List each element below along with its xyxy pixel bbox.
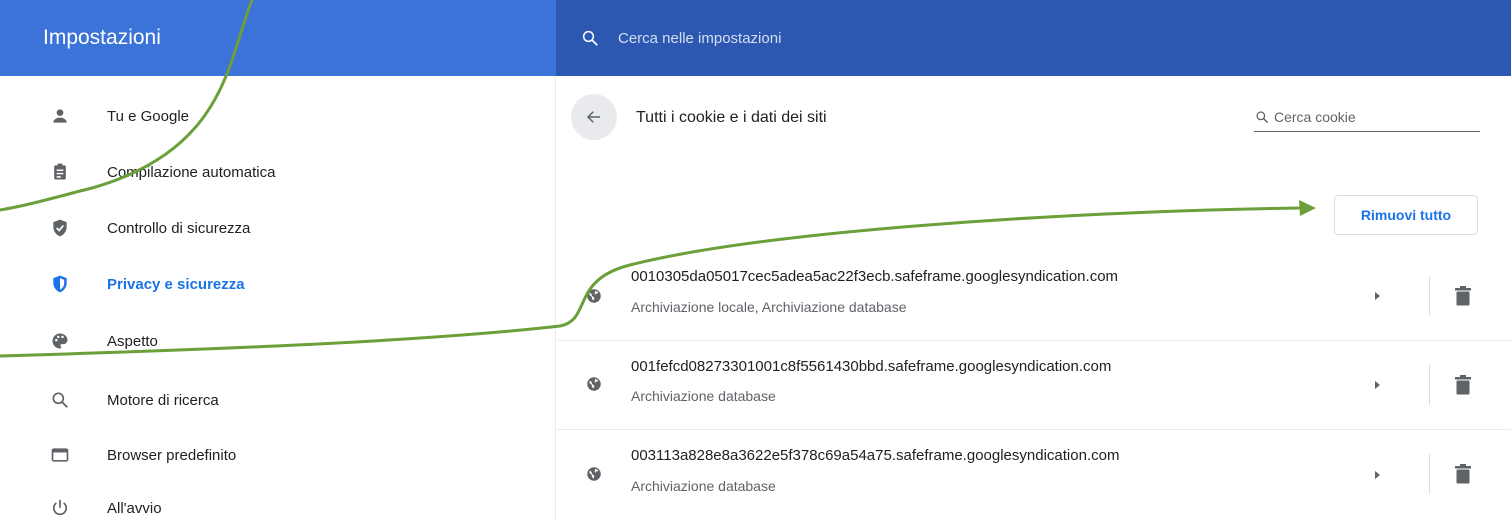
sidebar-item-label: Controllo di sicurezza: [107, 219, 251, 237]
shield-icon: [49, 273, 71, 295]
page-title: Tutti i cookie e i dati dei siti: [636, 109, 827, 126]
sidebar-item-label: Privacy e sicurezza: [107, 275, 245, 293]
trash-icon[interactable]: [1451, 373, 1475, 397]
arrow-right-icon[interactable]: [1369, 288, 1385, 304]
sidebar-item-on-startup[interactable]: All'avvio: [0, 488, 556, 520]
sidebar-item-label: Compilazione automatica: [107, 163, 276, 181]
power-icon: [49, 497, 71, 519]
sidebar-item-privacy-security[interactable]: Privacy e sicurezza: [0, 264, 556, 304]
settings-search-bar[interactable]: Cerca nelle impostazioni: [556, 0, 1511, 76]
main-content: Tutti i cookie e i dati dei siti Rimuovi…: [557, 76, 1511, 520]
sidebar-item-safety-check[interactable]: Controllo di sicurezza: [0, 208, 556, 248]
sidebar-item-appearance[interactable]: Aspetto: [0, 321, 556, 361]
browser-icon: [49, 444, 71, 466]
divider: [1429, 365, 1430, 405]
globe-icon: [585, 375, 603, 393]
divider: [1429, 276, 1430, 316]
sidebar-item-label: Aspetto: [107, 332, 158, 350]
site-domain: 003113a828e8a3622e5f378c69a54a75.safefra…: [631, 447, 1120, 464]
site-domain: 0010305da05017cec5adea5ac22f3ecb.safefra…: [631, 268, 1119, 285]
arrow-right-icon[interactable]: [1369, 377, 1385, 393]
site-storage: Archiviazione locale, Archiviazione data…: [631, 299, 907, 315]
arrow-right-icon[interactable]: [1369, 467, 1385, 483]
globe-icon: [585, 465, 603, 483]
settings-header: Impostazioni: [0, 0, 556, 76]
sidebar-item-label: Motore di ricerca: [107, 391, 219, 409]
site-domain: 001fefcd08273301001c8f5561430bbd.safefra…: [631, 358, 1112, 375]
search-icon: [580, 28, 600, 48]
trash-icon[interactable]: [1451, 462, 1475, 486]
divider: [1429, 454, 1430, 494]
sidebar-item-label: Browser predefinito: [107, 446, 237, 464]
site-storage: Archiviazione database: [631, 478, 776, 494]
site-storage: Archiviazione database: [631, 388, 776, 404]
cookie-search[interactable]: [1254, 102, 1480, 132]
sidebar-item-autofill[interactable]: Compilazione automatica: [0, 152, 556, 192]
sidebar-item-you-and-google[interactable]: Tu e Google: [0, 96, 556, 136]
cookie-search-input[interactable]: [1274, 108, 1464, 125]
palette-icon: [49, 330, 71, 352]
sidebar-item-label: All'avvio: [107, 499, 162, 517]
site-row[interactable]: 0010305da05017cec5adea5ac22f3ecb.safefra…: [557, 252, 1511, 340]
sidebar: Tu e Google Compilazione automatica Cont…: [0, 76, 556, 520]
sidebar-item-label: Tu e Google: [107, 107, 189, 125]
search-icon: [49, 389, 71, 411]
site-row[interactable]: 001fefcd08273301001c8f5561430bbd.safefra…: [557, 340, 1511, 428]
settings-title: Impostazioni: [43, 26, 161, 49]
clipboard-icon: [49, 161, 71, 183]
search-icon: [1254, 109, 1270, 125]
sidebar-item-search-engine[interactable]: Motore di ricerca: [0, 380, 556, 420]
remove-all-button[interactable]: Rimuovi tutto: [1334, 195, 1478, 235]
arrow-left-icon: [585, 108, 603, 126]
person-icon: [49, 105, 71, 127]
trash-icon[interactable]: [1451, 284, 1475, 308]
shield-check-icon: [49, 217, 71, 239]
settings-search-placeholder[interactable]: Cerca nelle impostazioni: [618, 30, 781, 47]
site-row[interactable]: 003113a828e8a3622e5f378c69a54a75.safefra…: [557, 429, 1511, 517]
sidebar-item-default-browser[interactable]: Browser predefinito: [0, 435, 556, 475]
back-button[interactable]: [571, 94, 617, 140]
globe-icon: [585, 287, 603, 305]
